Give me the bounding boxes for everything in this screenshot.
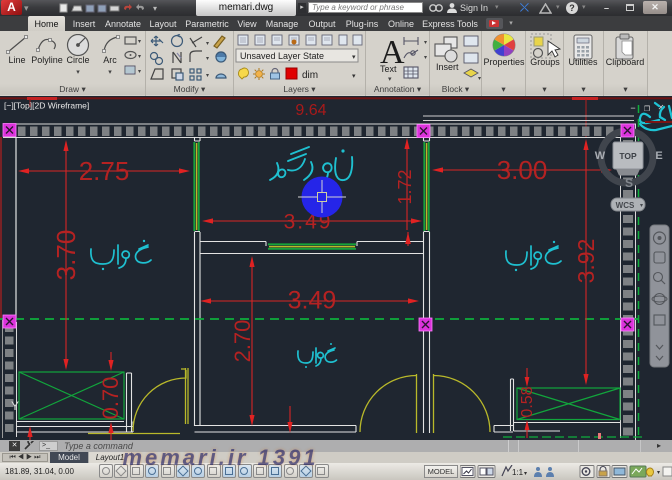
svg-text:1.72: 1.72: [395, 169, 415, 204]
svg-text:▾: ▾: [640, 203, 643, 209]
svg-text:Utilities: Utilities: [568, 57, 598, 67]
svg-text:3.92: 3.92: [573, 239, 599, 284]
svg-text:S: S: [625, 176, 633, 190]
svg-text:▾: ▾: [206, 56, 209, 62]
svg-text:Insert: Insert: [436, 62, 459, 72]
svg-text:Unsaved Layer State: Unsaved Layer State: [240, 51, 324, 61]
svg-text:0.70: 0.70: [98, 377, 123, 420]
svg-text:3.49: 3.49: [288, 287, 337, 315]
svg-text:dim: dim: [302, 70, 318, 81]
svg-text:▾: ▾: [424, 55, 427, 61]
svg-text:Polyline: Polyline: [31, 55, 63, 65]
svg-text:▾: ▾: [388, 76, 392, 83]
svg-text:TOP: TOP: [619, 151, 637, 161]
svg-text:▾: ▾: [657, 470, 660, 476]
svg-text:Arc: Arc: [103, 55, 117, 65]
svg-text:0.58: 0.58: [519, 386, 536, 417]
svg-text:Properties: Properties: [483, 57, 525, 67]
svg-text:1:1: 1:1: [512, 468, 524, 477]
svg-text:Text: Text: [380, 64, 397, 74]
svg-text:Line: Line: [8, 55, 25, 65]
svg-text:Clipboard: Clipboard: [606, 57, 645, 67]
svg-text:3.00: 3.00: [497, 155, 548, 185]
svg-text:▾: ▾: [352, 54, 356, 61]
svg-text:−: −: [630, 103, 635, 113]
svg-text:▾: ▾: [76, 69, 80, 76]
svg-text:9.64: 9.64: [295, 102, 326, 119]
svg-text:E: E: [655, 150, 662, 162]
svg-text:▾: ▾: [424, 40, 427, 46]
svg-text:▾: ▾: [108, 69, 112, 76]
svg-text:2.75: 2.75: [79, 156, 130, 186]
svg-text:▾: ▾: [524, 471, 527, 477]
svg-text:[−][Top][2D Wireframe]: [−][Top][2D Wireframe]: [4, 101, 89, 111]
svg-text:Groups: Groups: [530, 57, 560, 67]
svg-text:▾: ▾: [206, 73, 209, 79]
svg-text:▾: ▾: [352, 73, 356, 80]
svg-text:▾: ▾: [138, 39, 141, 45]
svg-text:▾: ▾: [138, 54, 141, 60]
svg-text:Circle: Circle: [66, 55, 89, 65]
svg-text:▾: ▾: [478, 76, 481, 82]
svg-text:3.70: 3.70: [51, 230, 81, 281]
svg-text:WCS: WCS: [616, 201, 635, 210]
svg-text:▾: ▾: [138, 69, 141, 75]
svg-text:W: W: [595, 150, 606, 162]
svg-text:▾: ▾: [206, 41, 209, 47]
svg-text:▾: ▾: [153, 4, 157, 13]
svg-text:Y: Y: [11, 399, 19, 413]
svg-text:❐: ❐: [644, 105, 650, 113]
svg-text:2.70: 2.70: [230, 320, 255, 363]
